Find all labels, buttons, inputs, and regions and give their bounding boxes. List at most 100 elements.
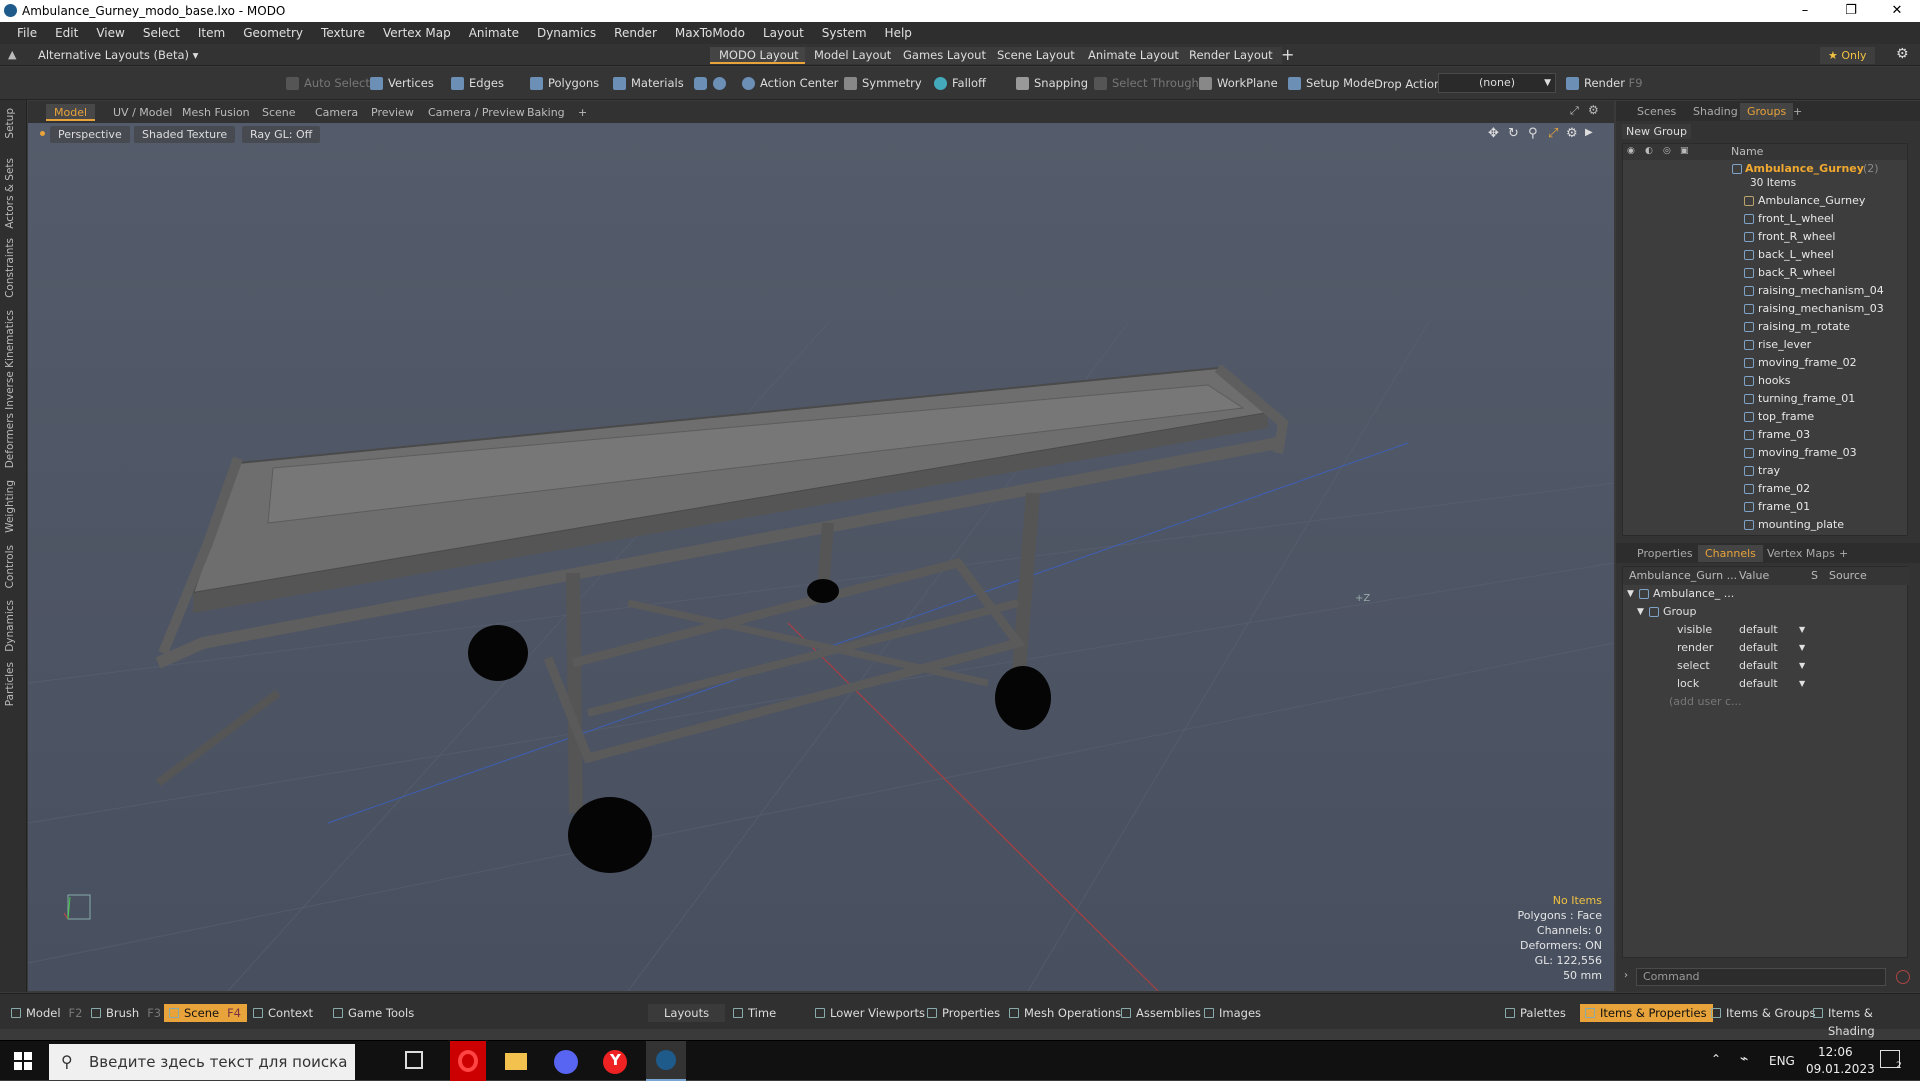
vertices-button[interactable]: Vertices — [366, 74, 438, 93]
layouts-button[interactable]: Layouts — [648, 1004, 726, 1022]
add-panel-tab-button-2[interactable]: + — [1832, 545, 1855, 562]
materials-button[interactable]: Materials — [609, 74, 688, 93]
vtab-inverse-kinematics[interactable]: Inverse Kinematics — [4, 310, 16, 410]
tab-mesh-fusion[interactable]: Mesh Fusion — [174, 104, 258, 121]
vtab-deformers[interactable]: Deformers — [4, 413, 16, 468]
add-viewport-tab-button[interactable]: + — [570, 104, 595, 121]
mesh-operations-button[interactable]: Mesh Operations — [1004, 1004, 1127, 1022]
tab-modo-layout[interactable]: MODO Layout — [710, 47, 808, 64]
list-item[interactable]: moving_frame_03 — [1623, 444, 1907, 462]
menu-system[interactable]: System — [813, 26, 876, 40]
tab-shading[interactable]: Shading — [1686, 103, 1745, 120]
only-button[interactable]: ★ Only — [1820, 47, 1875, 64]
context-button[interactable]: Context — [248, 1004, 319, 1022]
list-item[interactable]: Ambulance_Gurney — [1623, 192, 1907, 210]
list-item[interactable]: back_L_wheel — [1623, 246, 1907, 264]
add-panel-tab-button[interactable]: + — [1786, 103, 1809, 120]
tab-scenes[interactable]: Scenes — [1630, 103, 1683, 120]
language-indicator[interactable]: ENG — [1769, 1054, 1795, 1068]
new-group-button[interactable]: New Group — [1622, 124, 1691, 139]
vtab-controls[interactable]: Controls — [4, 545, 16, 588]
items-shading-button[interactable]: Items & Shading — [1808, 1004, 1920, 1038]
close-button[interactable]: ✕ — [1874, 0, 1920, 22]
items-groups-button[interactable]: Items & Groups — [1706, 1004, 1821, 1022]
workplane-button[interactable]: WorkPlane — [1195, 74, 1282, 93]
menu-layout[interactable]: Layout — [754, 26, 813, 40]
tab-model[interactable]: Model — [46, 104, 96, 121]
tab-properties[interactable]: Properties — [1630, 545, 1700, 562]
menu-vertex-map[interactable]: Vertex Map — [374, 26, 460, 40]
vtab-particles[interactable]: Particles — [4, 662, 16, 706]
menu-maxtomodo[interactable]: MaxToModo — [666, 26, 754, 40]
list-item[interactable]: front_L_wheel — [1623, 210, 1907, 228]
tab-animate-layout[interactable]: Animate Layout — [1079, 47, 1188, 64]
taskbar-search-input[interactable]: ⚲ Введите здесь текст для поиска — [49, 1044, 355, 1080]
list-item[interactable]: tray — [1623, 462, 1907, 480]
menu-help[interactable]: Help — [876, 26, 921, 40]
vtab-weighting[interactable]: Weighting — [4, 480, 16, 533]
tab-camera[interactable]: Camera — [307, 104, 366, 121]
settings-tool-icon[interactable] — [713, 77, 726, 90]
lower-viewports-button[interactable]: Lower Viewports — [810, 1004, 931, 1022]
3d-viewport[interactable]: Perspective Shaded Texture Ray GL: Off ✥… — [28, 123, 1614, 991]
tab-vertex-maps[interactable]: Vertex Maps — [1760, 545, 1842, 562]
list-item[interactable]: rise_lever — [1623, 336, 1907, 354]
auto-select-button[interactable]: Auto Select — [282, 74, 374, 93]
minimize-button[interactable]: – — [1782, 0, 1828, 22]
tab-games-layout[interactable]: Games Layout — [894, 47, 995, 64]
list-item[interactable]: raising_m_rotate — [1623, 318, 1907, 336]
setup-mode-button[interactable]: Setup Mode — [1284, 74, 1378, 93]
collapse-arrow-icon[interactable]: ▲ — [8, 48, 16, 61]
properties-button[interactable]: Properties — [922, 1004, 1006, 1022]
chevron-down-icon[interactable]: ▼ — [1799, 639, 1805, 657]
command-input[interactable]: Command — [1636, 968, 1886, 986]
gurney-model[interactable] — [155, 364, 1289, 873]
render-button[interactable]: Render F9 — [1562, 74, 1647, 93]
list-item[interactable]: raising_mechanism_03 — [1623, 300, 1907, 318]
time-button[interactable]: Time — [728, 1004, 782, 1022]
snapping-button[interactable]: Snapping — [1012, 74, 1092, 93]
channel-row[interactable]: visible default ▼ — [1623, 621, 1909, 639]
list-item[interactable]: raising_mechanism_04 — [1623, 282, 1907, 300]
tab-preview[interactable]: Preview — [363, 104, 422, 121]
list-item[interactable]: hooks — [1623, 372, 1907, 390]
brush-button[interactable]: Brush F3 — [86, 1004, 167, 1022]
windows-start-icon[interactable] — [14, 1052, 32, 1070]
channel-root-row[interactable]: ▼ Ambulance_ ... — [1623, 585, 1909, 603]
list-item[interactable]: frame_02 — [1623, 480, 1907, 498]
menu-file[interactable]: File — [8, 26, 46, 40]
items-properties-button[interactable]: Items & Properties — [1580, 1004, 1713, 1022]
action-center-button[interactable]: Action Center — [738, 74, 842, 93]
channel-row[interactable]: lock default ▼ — [1623, 675, 1909, 693]
list-item[interactable]: mounting_plate — [1623, 516, 1907, 534]
network-icon[interactable]: ⌁ — [1740, 1051, 1748, 1067]
file-explorer-icon[interactable] — [505, 1053, 527, 1070]
add-user-channel[interactable]: (add user c... — [1623, 693, 1909, 711]
tab-model-layout[interactable]: Model Layout — [805, 47, 901, 64]
modo-taskbar-icon[interactable] — [646, 1041, 686, 1081]
symmetry-button[interactable]: Symmetry — [840, 74, 926, 93]
opera-icon[interactable] — [450, 1041, 486, 1081]
tab-scene-layout[interactable]: Scene Layout — [988, 47, 1084, 64]
assemblies-button[interactable]: Assemblies — [1116, 1004, 1207, 1022]
vtab-actors-sets[interactable]: Actors & Sets — [4, 158, 16, 229]
vtab-setup[interactable]: Setup — [4, 108, 16, 139]
vtab-dynamics[interactable]: Dynamics — [4, 600, 16, 652]
images-button[interactable]: Images — [1199, 1004, 1267, 1022]
task-view-icon[interactable] — [405, 1051, 423, 1069]
list-item[interactable]: top_frame — [1623, 408, 1907, 426]
clock-time[interactable]: 12:06 — [1818, 1045, 1853, 1059]
menu-texture[interactable]: Texture — [312, 26, 374, 40]
gear-icon[interactable]: ⚙ — [1896, 46, 1909, 62]
menu-edit[interactable]: Edit — [46, 26, 87, 40]
tab-baking[interactable]: Baking — [519, 104, 573, 121]
expand-icon[interactable]: ⤢ — [1570, 104, 1579, 118]
discord-icon[interactable] — [554, 1050, 578, 1074]
menu-view[interactable]: View — [87, 26, 133, 40]
model-button[interactable]: Model F2 — [6, 1004, 88, 1022]
falloff-button[interactable]: Falloff — [930, 74, 990, 93]
list-item[interactable]: turning_frame_01 — [1623, 390, 1907, 408]
scene-canvas[interactable]: +Z — [28, 123, 1614, 991]
tab-camera-preview[interactable]: Camera / Preview — [420, 104, 533, 121]
chevron-down-icon[interactable]: ▼ — [1799, 657, 1805, 675]
